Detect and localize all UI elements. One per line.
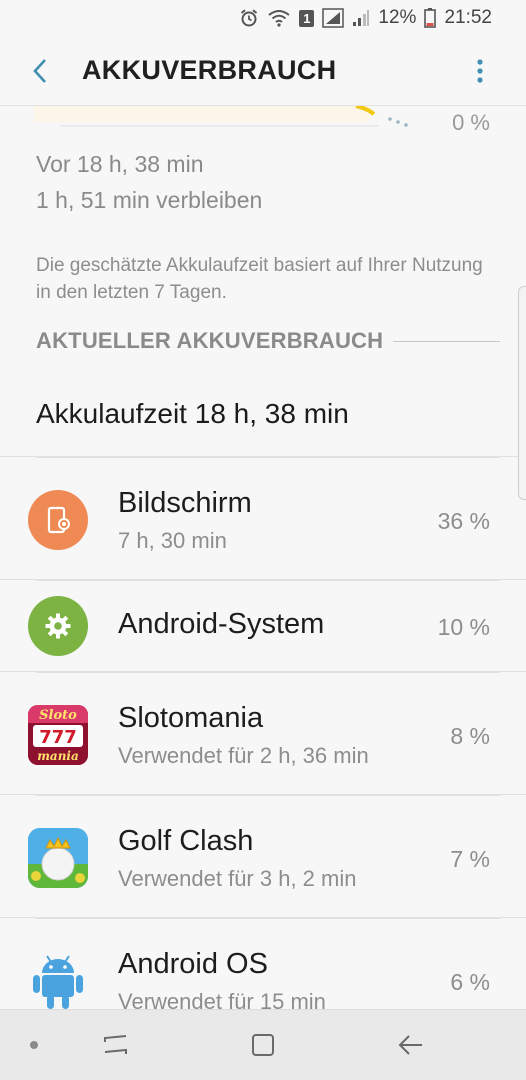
section-header: AKTUELLER AKKUVERBRAUCH: [36, 328, 500, 354]
golf-clash-icon: [28, 828, 88, 888]
battery-percent: 12%: [378, 7, 417, 28]
slotomania-icon: Sloto 777 mania: [28, 705, 88, 765]
list-item[interactable]: Golf Clash Verwendet für 3 h, 2 min 7 %: [0, 794, 526, 917]
app-name: Bildschirm: [118, 487, 252, 519]
app-name: Slotomania: [118, 702, 264, 734]
remaining-label: 1 h, 51 min verbleiben: [36, 187, 263, 213]
more-vert-icon: [477, 58, 483, 83]
section-divider: [393, 340, 500, 342]
recent-apps-button[interactable]: [96, 1028, 136, 1062]
svg-text:Sloto: Sloto: [39, 708, 77, 723]
scrollbar[interactable]: [518, 286, 526, 500]
notification-count-badge: 1: [299, 9, 315, 27]
chevron-left-icon: [33, 58, 46, 83]
svg-text:mania: mania: [37, 749, 79, 763]
list-item[interactable]: Bildschirm 7 h, 30 min 36 %: [0, 456, 526, 579]
app-detail: 7 h, 30 min: [118, 528, 227, 553]
nav-back-button[interactable]: [391, 1028, 431, 1062]
estimate-note: Die geschätzte Akkulaufzeit basiert auf …: [36, 255, 483, 303]
list-item[interactable]: Android-System 10 %: [0, 579, 526, 671]
content[interactable]: 0 % Vor 18 h, 38 min 1 h, 51 min verblei…: [0, 106, 526, 1010]
home-button[interactable]: [243, 1028, 283, 1062]
battery-graph: [34, 106, 494, 136]
signal-icon: [322, 8, 345, 28]
home-icon: [252, 1034, 274, 1056]
app-percent: 7 %: [450, 846, 490, 872]
wifi-icon: [267, 9, 291, 27]
app-name: Golf Clash: [118, 825, 254, 857]
status-bar: 1 12% 21:52: [0, 0, 526, 36]
list-item[interactable]: Sloto 777 mania Slotomania Verwendet für…: [0, 671, 526, 794]
app-detail: Verwendet für 2 h, 36 min: [118, 743, 369, 768]
more-options-button[interactable]: [460, 36, 500, 106]
back-button[interactable]: [0, 36, 80, 106]
app-usage-list: Bildschirm 7 h, 30 min 36 % Android-Syst…: [0, 456, 526, 1010]
app-name: Android-System: [118, 608, 325, 640]
navigation-bar: [0, 1009, 526, 1080]
recents-icon: [104, 1035, 127, 1054]
app-percent: 6 %: [450, 969, 490, 995]
battery-icon: [424, 8, 437, 28]
nav-bar-toggle-dot[interactable]: [30, 1041, 38, 1049]
section-title: AKTUELLER AKKUVERBRAUCH: [36, 328, 384, 353]
app-name: Android OS: [118, 948, 268, 980]
alarm-icon: [239, 8, 259, 28]
app-detail: Verwendet für 15 min: [118, 989, 326, 1010]
screen-icon: [28, 490, 88, 550]
since-label: Vor 18 h, 38 min: [36, 151, 204, 177]
usage-summary: Vor 18 h, 38 min 1 h, 51 min verbleiben: [36, 146, 262, 218]
app-percent: 10 %: [437, 614, 490, 640]
app-percent: 8 %: [450, 723, 490, 749]
screen: 1 12% 21:52 AKKUVERBRAUCH 0 % Vor 18 h, …: [0, 0, 526, 1080]
app-percent: 36 %: [437, 508, 490, 534]
signal-weak-icon: [352, 8, 370, 28]
app-detail: Verwendet für 3 h, 2 min: [118, 866, 357, 891]
back-arrow-icon: [398, 1035, 422, 1055]
svg-text:777: 777: [39, 727, 77, 748]
graph-end-percent: 0 %: [452, 110, 490, 135]
total-battery-time: Akkulaufzeit 18 h, 38 min: [36, 398, 349, 429]
list-item[interactable]: Android OS Verwendet für 15 min 6 %: [0, 917, 526, 1010]
android-icon: [28, 951, 88, 1010]
gear-icon: [28, 596, 88, 656]
clock: 21:52: [444, 7, 492, 28]
page-title: AKKUVERBRAUCH: [82, 55, 337, 85]
app-bar: AKKUVERBRAUCH: [0, 36, 526, 106]
